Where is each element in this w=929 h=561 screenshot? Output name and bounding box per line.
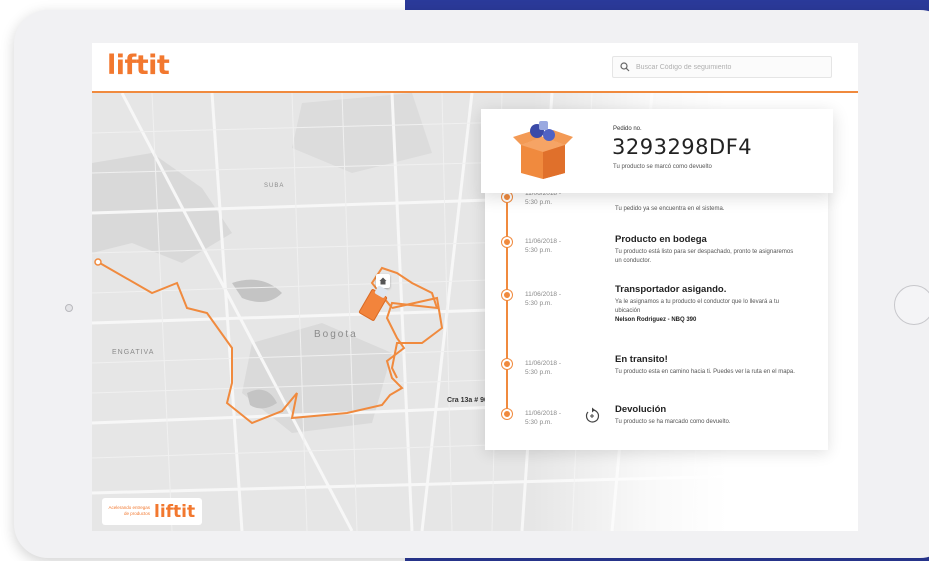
tablet-camera xyxy=(65,304,73,312)
timeline-date: 11/06/2018 - 5:30 p.m. xyxy=(525,359,585,377)
timeline-time-line: 5:30 p.m. xyxy=(525,369,553,376)
timeline-dot xyxy=(502,237,512,247)
map-label-engativa: ENGATIVA xyxy=(112,349,155,356)
timeline-date-line: 11/06/2018 - xyxy=(525,291,562,298)
timeline-date: 11/06/2018 - 5:30 p.m. xyxy=(525,237,585,255)
timeline-line xyxy=(506,188,508,414)
timeline-time-line: 5:30 p.m. xyxy=(525,300,553,307)
order-number: 3293298DF4 xyxy=(612,135,753,159)
app-header: liftit xyxy=(92,43,858,93)
search-icon xyxy=(620,62,630,72)
order-card: Pedido no. 3293298DF4 Tu producto se mar… xyxy=(481,109,833,193)
timeline-time-line: 5:30 p.m. xyxy=(525,199,553,206)
timeline-dot xyxy=(502,409,512,419)
tablet-home-button[interactable] xyxy=(894,285,929,325)
timeline-dot xyxy=(502,192,512,202)
footer-logo-text: liftit xyxy=(154,502,196,522)
package-box-icon xyxy=(513,121,573,179)
timeline-time-line: 5:30 p.m. xyxy=(525,247,553,254)
timeline-dot xyxy=(502,359,512,369)
map-label-bogota: Bogota xyxy=(314,329,358,340)
timeline-description: Tu producto esta en camino hacia ti. Pue… xyxy=(615,369,795,375)
timeline-description: Tu producto se ha marcado como devuelto. xyxy=(615,419,731,425)
route-start-point xyxy=(94,258,102,266)
timeline-dot xyxy=(502,290,512,300)
app-screen: liftit Buscar Código de seguimiento SUBA… xyxy=(92,43,858,531)
timeline-date-line: 11/06/2018 - xyxy=(525,360,562,367)
timeline-date-line: 11/06/2018 - xyxy=(525,238,562,245)
home-icon xyxy=(379,277,387,285)
timeline-title: Transportador asigando. xyxy=(615,284,727,295)
driver-info: Nelson Rodriguez - NBQ 390 xyxy=(615,317,697,323)
footer-logo[interactable]: Acelerando entregas de productos liftit xyxy=(102,498,202,525)
search-input[interactable] xyxy=(636,59,826,75)
timeline-title: Producto en bodega xyxy=(615,234,707,245)
tracking-timeline: 11/06/2018 - 5:30 p.m. Tu pedido ya se e… xyxy=(485,188,828,450)
order-status: Tu producto se marcó como devuelto xyxy=(613,164,712,170)
timeline-description: Tu producto está listo para ser despacha… xyxy=(615,249,794,264)
liftit-logo[interactable]: liftit xyxy=(107,50,170,81)
timeline-date: 11/06/2018 - 5:30 p.m. xyxy=(525,409,585,427)
timeline-title: En transito! xyxy=(615,354,668,365)
timeline-title: Devolución xyxy=(615,404,667,415)
search-box[interactable] xyxy=(612,56,832,78)
timeline-date: 11/06/2018 - 5:30 p.m. xyxy=(525,290,585,308)
map-label-suba: SUBA xyxy=(264,183,285,189)
timeline-time-line: 5:30 p.m. xyxy=(525,419,553,426)
order-label: Pedido no. xyxy=(613,126,642,132)
footer-tagline: Acelerando entregas de productos xyxy=(108,505,150,516)
return-icon xyxy=(585,407,600,423)
timeline-description: Ya le asignamos a tu producto el conduct… xyxy=(615,299,779,314)
timeline-date-line: 11/06/2018 - xyxy=(525,410,562,417)
timeline-description: Tu pedido ya se encuentra en el sistema. xyxy=(615,206,725,212)
